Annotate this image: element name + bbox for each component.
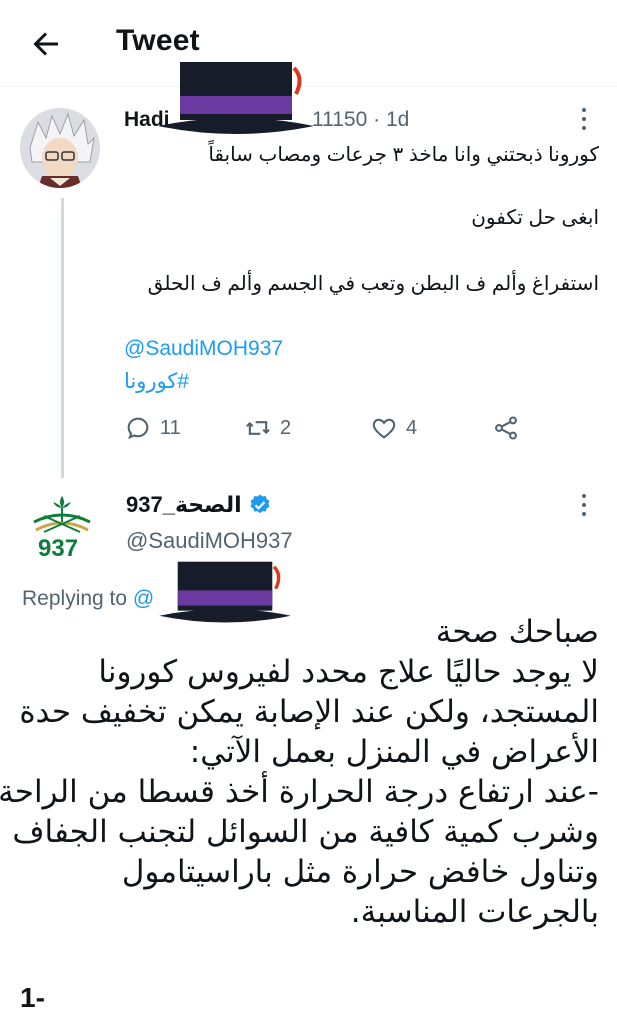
hashtag-link[interactable]: #كورونا [124, 369, 189, 394]
ministry-logo[interactable]: 937 [22, 488, 102, 564]
share-icon [495, 416, 517, 440]
mention-link[interactable]: @SaudiMOH937 [124, 337, 283, 361]
reply-text-line: المستجد، ولكن عند الإصابة يمكن تخفيف حدة [19, 694, 599, 730]
handle-suffix: 11150 [312, 108, 368, 131]
tweet-time: · 1d [373, 108, 410, 131]
share-button[interactable] [492, 412, 520, 444]
reply-author[interactable]: الصحة_937 [126, 492, 272, 518]
thread-part-label: 1- [20, 982, 45, 1013]
reply-text-line: صباحك صحة [435, 614, 599, 650]
reply-icon [127, 417, 149, 440]
reply-text-line: وتناول خافض حرارة مثل باراسيتامول [121, 854, 599, 890]
author-handle-and-time[interactable]: 11150 · 1d [312, 108, 409, 132]
back-arrow-icon[interactable] [28, 26, 64, 62]
verified-badge-icon [250, 494, 270, 514]
retweet-count: 2 [280, 416, 292, 439]
replying-label: Replying to [22, 587, 128, 610]
reply-text-line: بالجرعات المناسبة. [350, 894, 599, 930]
reply-author-handle[interactable]: @SaudiMOH937 [126, 528, 293, 554]
page-title: Tweet [116, 24, 200, 57]
tweet-text-line: استفراغ وألم ف البطن وتعب في الجسم وألم … [147, 273, 599, 295]
more-options-icon[interactable] [582, 108, 588, 132]
like-button[interactable]: 4 [370, 412, 417, 444]
avatar[interactable] [20, 108, 100, 188]
replying-to: Replying to @ [22, 587, 154, 611]
tweet-text-line: ابغى حل تكفون [471, 207, 599, 229]
reply-button[interactable]: 11 [124, 412, 181, 444]
retweet-button[interactable]: 2 [244, 412, 291, 444]
reply-body: صباحك صحة لا يوجد حاليًا علاج محدد لفيرو… [0, 612, 599, 932]
reply-text-line: وشرب كمية كافية من السوائل لتجنب الجفاف [12, 814, 599, 850]
logo-number: 937 [38, 535, 79, 562]
reply-text-line: -عند ارتفاع درجة الحرارة أخذ قسطا من الر… [0, 774, 599, 810]
reply-count: 11 [160, 416, 181, 439]
reply-author-name: الصحة_937 [126, 492, 242, 517]
tweet-text-line: كورونا ذبحتني وانا ماخذ ٣ جرعات ومصاب سا… [208, 144, 599, 166]
reply-text-line: لا يوجد حاليًا علاج محدد لفيروس كورونا [98, 654, 599, 690]
redaction-sticker [158, 62, 314, 134]
like-count: 4 [406, 416, 418, 439]
heart-icon [372, 418, 396, 439]
retweet-icon [246, 421, 270, 435]
tweet-actions: 11 2 4 [0, 412, 617, 444]
more-options-icon[interactable] [582, 494, 588, 518]
reply-text-line: الأعراض في المنزل بعمل الآتي: [189, 734, 599, 770]
